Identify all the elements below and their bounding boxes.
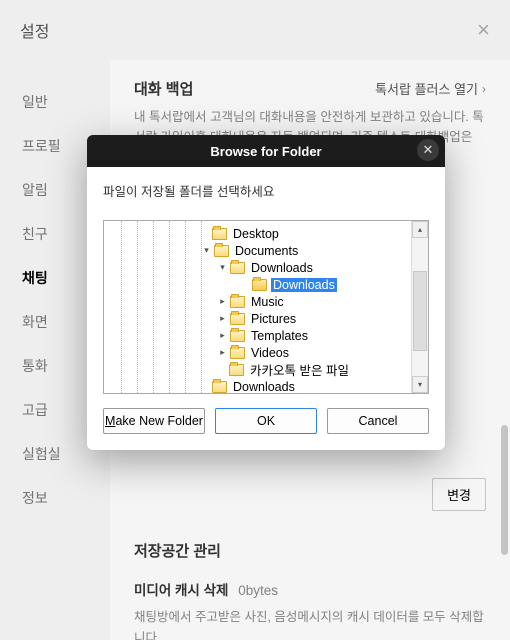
tree-guide-line [121, 221, 122, 393]
modal-instruction: 파일이 저장될 폴더를 선택하세요 [103, 181, 429, 200]
modal-body: 파일이 저장될 폴더를 선택하세요 Desktop ▾ Documents ▾ Down… [87, 167, 445, 450]
ok-button[interactable]: OK [215, 408, 317, 434]
expander-icon[interactable]: ▸ [217, 330, 228, 341]
modal-title: Browse for Folder [210, 144, 321, 159]
make-new-folder-button[interactable]: Make New Folder [103, 408, 205, 434]
tree-node-label: Music [249, 295, 286, 309]
cancel-button[interactable]: Cancel [327, 408, 429, 434]
tree-node[interactable]: ▸ Templates [104, 327, 411, 344]
expander-icon[interactable]: ▾ [201, 245, 212, 256]
tree-node[interactable]: ▸ Music [104, 293, 411, 310]
scroll-down-icon[interactable]: ▾ [412, 376, 428, 393]
tree-node-label: Downloads [231, 380, 297, 394]
modal-close-icon[interactable]: ✕ [417, 139, 439, 161]
mnemonic: M [105, 414, 115, 428]
tree-guide-line [169, 221, 170, 393]
modal-button-row: Make New Folder OK Cancel [103, 408, 429, 434]
expander-icon[interactable]: ▸ [217, 296, 228, 307]
tree-node[interactable]: ▸ Videos [104, 344, 411, 361]
tree-node[interactable]: Downloads [104, 276, 411, 293]
folder-icon [252, 279, 267, 291]
tree-node-label: Videos [249, 346, 291, 360]
tree-node-label: Downloads [271, 278, 337, 292]
tree-node[interactable]: ▸ Pictures [104, 310, 411, 327]
scroll-up-icon[interactable]: ▴ [412, 221, 428, 238]
expander-icon[interactable]: ▸ [217, 347, 228, 358]
folder-icon [212, 381, 227, 393]
tree-scrollbar-thumb[interactable] [413, 271, 427, 351]
expander-icon[interactable]: ▸ [217, 313, 228, 324]
tree-node[interactable]: 카카오톡 받은 파일 [104, 361, 411, 378]
label-rest: ake New Folder [115, 414, 203, 428]
folder-tree[interactable]: Desktop ▾ Documents ▾ Downloads Downloads ▸ Mus… [103, 220, 429, 394]
tree-guide-line [185, 221, 186, 393]
folder-icon [230, 296, 245, 308]
tree-guide-line [201, 221, 202, 393]
tree-node[interactable]: Downloads [104, 378, 411, 393]
folder-icon [230, 262, 245, 274]
tree-node[interactable]: ▾ Downloads [104, 259, 411, 276]
tree-guide-line [153, 221, 154, 393]
tree-node-label: 카카오톡 받은 파일 [248, 360, 351, 379]
expander-icon[interactable]: ▾ [217, 262, 228, 273]
tree-node-label: Pictures [249, 312, 298, 326]
tree-node[interactable]: Desktop [104, 225, 411, 242]
folder-icon [230, 313, 245, 325]
modal-titlebar: Browse for Folder ✕ [87, 135, 445, 167]
tree-node[interactable]: ▾ Documents [104, 242, 411, 259]
tree-scrollbar[interactable]: ▴ ▾ [411, 221, 428, 393]
tree-node-label: Desktop [231, 227, 281, 241]
tree-node-label: Documents [233, 244, 300, 258]
tree-content: Desktop ▾ Documents ▾ Downloads Downloads ▸ Mus… [104, 221, 411, 393]
folder-icon [214, 245, 229, 257]
tree-node-label: Templates [249, 329, 310, 343]
folder-icon [229, 364, 244, 376]
folder-icon [230, 330, 245, 342]
browse-folder-modal: Browse for Folder ✕ 파일이 저장될 폴더를 선택하세요 De… [87, 135, 445, 450]
folder-icon [212, 228, 227, 240]
tree-node-label: Downloads [249, 261, 315, 275]
tree-guide-line [137, 221, 138, 393]
folder-icon [230, 347, 245, 359]
